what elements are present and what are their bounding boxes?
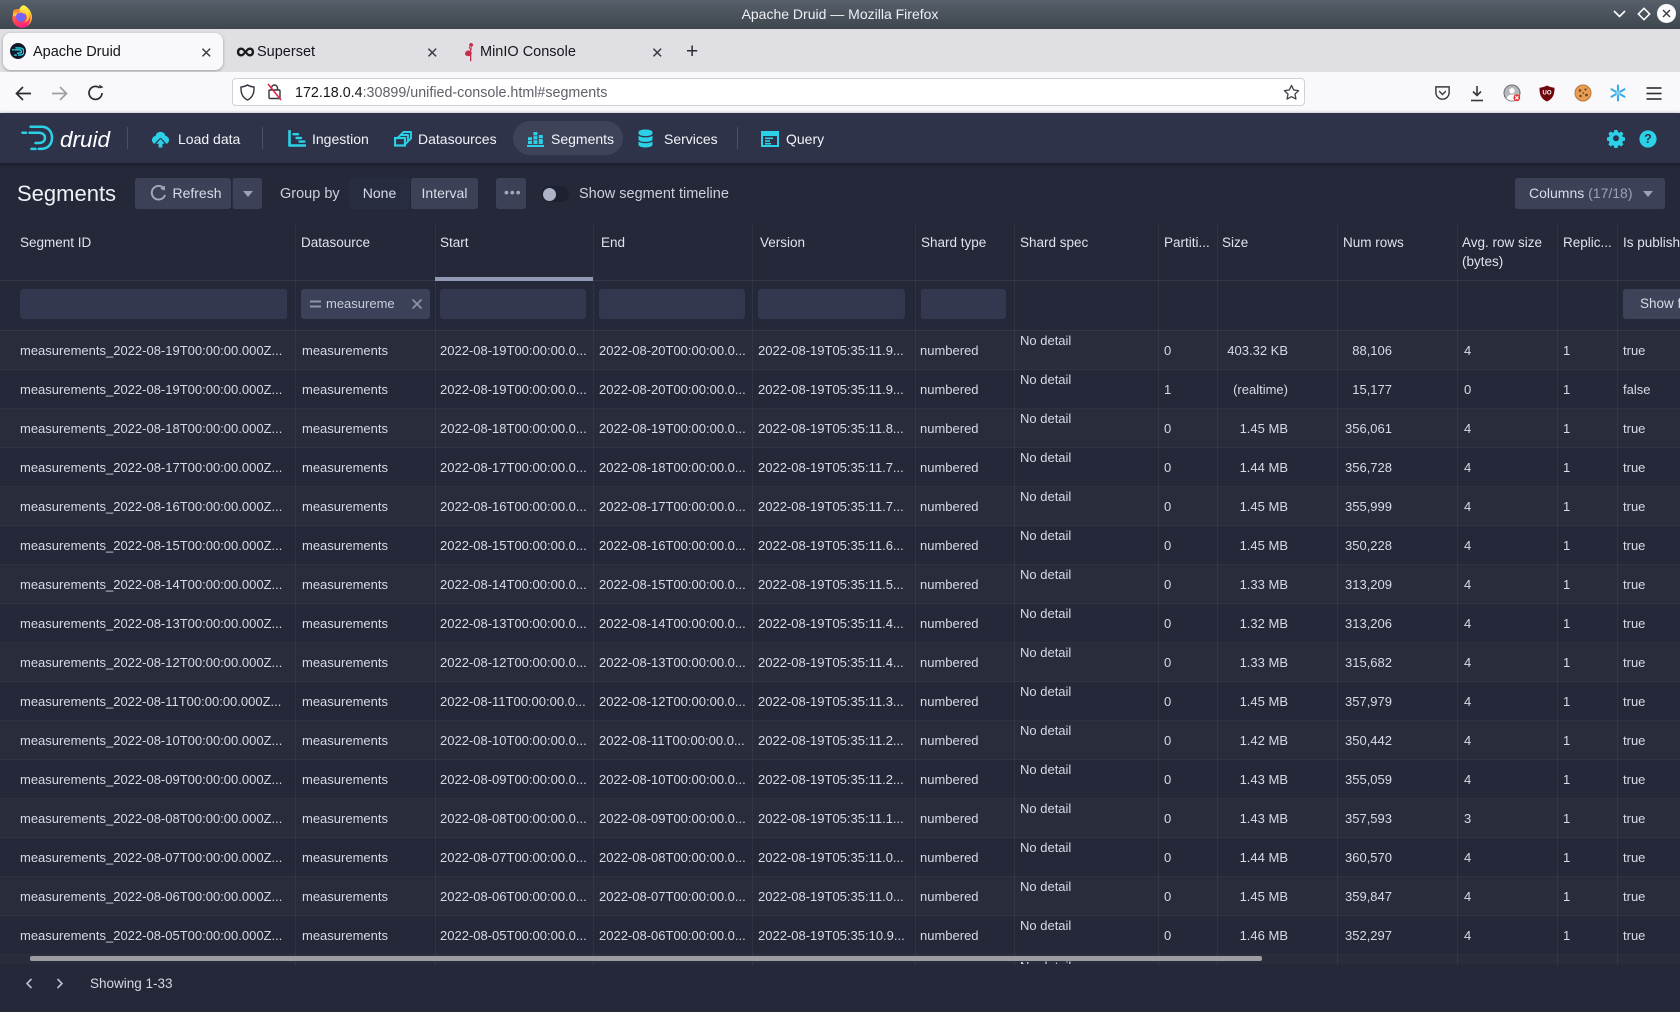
svg-text:?: ?	[1644, 132, 1652, 146]
svg-text:UO: UO	[1543, 91, 1552, 97]
